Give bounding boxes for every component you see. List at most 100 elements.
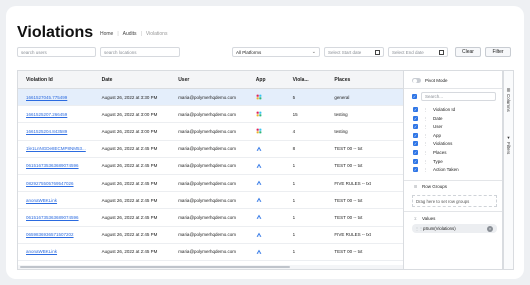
scrollbar-thumb[interactable] xyxy=(20,266,290,268)
column-toggle-item[interactable]: ✓ ⋮ App xyxy=(413,132,441,138)
filter-icon: ▼ xyxy=(506,135,511,140)
violation-id-cell[interactable]: anonaWBKLink xyxy=(18,192,94,208)
app-cell xyxy=(248,106,285,122)
table-row[interactable]: anonaWBKLink August 26, 2022 at 2:45 PM ma… xyxy=(18,244,403,261)
search-users-input[interactable]: search users xyxy=(17,47,96,57)
column-header-user[interactable]: User xyxy=(170,71,248,88)
column-header-date[interactable]: Date xyxy=(94,71,171,88)
values-label: Values xyxy=(422,216,436,221)
table-row[interactable]: 061516735363689074596 August 26, 2022 at … xyxy=(18,158,403,175)
table-header: Violation Id Date User App Viola... Plac… xyxy=(18,71,403,89)
horizontal-scrollbar[interactable] xyxy=(18,265,403,269)
violation-id-cell[interactable]: 0829275505769547026 xyxy=(18,175,94,191)
column-toggle-label: Places xyxy=(433,150,447,155)
table-row[interactable]: 061516735363689074596 August 26, 2022 at … xyxy=(18,209,403,227)
checkbox-icon[interactable]: ✓ xyxy=(413,124,418,130)
tab-columns[interactable]: ▥ Columns xyxy=(506,87,511,112)
column-search-input[interactable]: Search... xyxy=(421,92,496,101)
drag-handle-icon[interactable]: ⋮ xyxy=(423,141,428,146)
drag-handle-icon[interactable]: ⋮ xyxy=(423,116,428,121)
breadcrumb-home[interactable]: Home xyxy=(100,31,113,37)
checkbox-icon[interactable]: ✓ xyxy=(413,158,418,164)
drag-handle-icon[interactable]: ⋮ xyxy=(423,159,428,164)
date-cell: August 26, 2022 at 2:45 PM xyxy=(101,180,158,186)
user-cell: maria@polymerhqdemo.com xyxy=(178,214,237,220)
drag-handle-icon[interactable]: ⋮ xyxy=(423,133,428,138)
app-cell xyxy=(248,227,285,243)
column-toggle-label: Date xyxy=(433,115,443,121)
violation-id-cell[interactable]: 1661527045.775499 xyxy=(18,89,94,105)
column-header-app[interactable]: App xyxy=(248,71,285,88)
column-toggle-item[interactable]: ✓ ⋮ Date xyxy=(413,115,443,121)
column-toggle-item[interactable]: ✓ ⋮ Places xyxy=(413,150,447,155)
remove-icon[interactable]: × xyxy=(487,225,493,232)
drag-handle-icon[interactable]: ⋮ xyxy=(423,124,428,129)
violations-count-cell: 1 xyxy=(292,232,296,238)
violation-id-cell[interactable]: 061516735363689074596 xyxy=(18,158,94,174)
platform-select-value: All Platforms xyxy=(236,49,262,55)
checkbox-icon[interactable]: ✓ xyxy=(413,107,418,112)
table-row[interactable]: anonaWBKLink August 26, 2022 at 2:45 PM ma… xyxy=(18,192,403,210)
start-date-input[interactable]: Select Start date xyxy=(324,47,384,57)
values-chip[interactable]: ⋮⋮ pSum(Violations) × xyxy=(412,224,497,233)
start-date-placeholder: Select Start date xyxy=(328,49,362,55)
divider xyxy=(404,88,502,89)
search-locations-input[interactable]: search locations xyxy=(100,47,180,57)
column-toggle-item[interactable]: ✓ ⋮ Action Taken xyxy=(413,167,459,173)
violations-count-cell: 1 xyxy=(292,197,296,203)
date-cell: August 26, 2022 at 3:30 PM xyxy=(101,94,158,100)
violation-id-cell[interactable]: 1661525207.266459 xyxy=(18,106,94,122)
checkbox-icon[interactable]: ✓ xyxy=(413,132,418,138)
violation-id-cell[interactable]: 1661525204.843589 xyxy=(18,123,94,139)
date-cell: August 26, 2022 at 2:45 PM xyxy=(101,146,158,152)
table-row[interactable]: 1le1LnNGDe8ECMP8NM53... August 26, 2022 a… xyxy=(18,141,403,158)
pivot-mode-toggle[interactable] xyxy=(412,78,421,83)
table-row[interactable]: 1661525207.266459 August 26, 2022 at 3:00… xyxy=(18,106,403,124)
row-groups-dropzone[interactable]: Drag here to set row groups xyxy=(412,195,497,207)
table-row[interactable]: 0829275505769547026 August 26, 2022 at 2:… xyxy=(18,175,403,193)
filter-button[interactable]: Filter xyxy=(485,47,511,57)
column-toggle-item[interactable]: ✓ ⋮ User xyxy=(413,124,443,130)
drag-handle-icon[interactable]: ⋮⋮ xyxy=(415,226,423,231)
drag-handle-icon[interactable]: ⋮ xyxy=(423,167,428,172)
checkbox-icon[interactable]: ✓ xyxy=(413,150,418,155)
violations-count-cell: 8 xyxy=(292,146,296,152)
end-date-input[interactable]: Select End date xyxy=(388,47,448,57)
table-row[interactable]: 1661525204.843589 August 26, 2022 at 3:00… xyxy=(18,123,403,141)
column-header-violations[interactable]: Viola... xyxy=(285,71,327,88)
table-body: 1661527045.775499 August 26, 2022 at 3:30… xyxy=(18,89,403,269)
breadcrumb-audits[interactable]: Audits xyxy=(123,31,137,37)
checkbox-icon[interactable]: ✓ xyxy=(413,115,418,121)
table-row[interactable]: 1661527045.775499 August 26, 2022 at 3:30… xyxy=(18,89,403,107)
violation-id-cell[interactable]: 061516735363689074596 xyxy=(18,209,94,225)
calendar-icon[interactable] xyxy=(375,49,380,55)
column-toggle-item[interactable]: ✓ ⋮ Violation Id xyxy=(413,107,455,112)
app-cell xyxy=(248,209,285,225)
drag-handle-icon[interactable]: ⋮ xyxy=(423,150,428,155)
column-toggle-item[interactable]: ✓ ⋮ Violations xyxy=(413,141,452,147)
violation-id-cell[interactable]: anonaWBKLink xyxy=(18,244,94,260)
clear-button[interactable]: Clear xyxy=(455,47,481,57)
column-toggle-item[interactable]: ✓ ⋮ Type xyxy=(413,158,443,164)
calendar-icon[interactable] xyxy=(439,49,444,55)
user-cell: maria@polymerhqdemo.com xyxy=(178,94,237,100)
checkbox-icon[interactable]: ✓ xyxy=(413,141,418,147)
date-cell: August 26, 2022 at 2:45 PM xyxy=(101,163,158,169)
app-cell xyxy=(248,244,285,260)
tab-filters[interactable]: ▼ Filters xyxy=(506,135,511,154)
checkbox-icon[interactable]: ✓ xyxy=(413,167,418,173)
row-groups-section: ☰ Row Groups xyxy=(413,184,447,189)
table-row[interactable]: 0659836936571507202 August 26, 2022 at 2:… xyxy=(18,227,403,244)
date-cell: August 26, 2022 at 3:00 PM xyxy=(101,111,158,117)
row-groups-label: Row Groups xyxy=(422,184,448,189)
violation-id-cell[interactable]: 1le1LnNGDe8ECMP8NM53... xyxy=(18,141,94,157)
select-all-columns[interactable]: ✓ xyxy=(412,94,417,99)
column-header-places[interactable]: Places xyxy=(326,71,403,88)
violation-id-cell[interactable]: 0659836936571507202 xyxy=(18,227,94,243)
checkbox-icon[interactable]: ✓ xyxy=(412,94,417,99)
values-section: Σ Values xyxy=(413,216,435,221)
column-header-violation-id[interactable]: Violation Id xyxy=(18,71,94,88)
places-cell: testing xyxy=(334,111,348,117)
platform-select[interactable]: All Platforms ⌄ xyxy=(232,47,320,57)
drag-handle-icon[interactable]: ⋮ xyxy=(423,107,428,112)
